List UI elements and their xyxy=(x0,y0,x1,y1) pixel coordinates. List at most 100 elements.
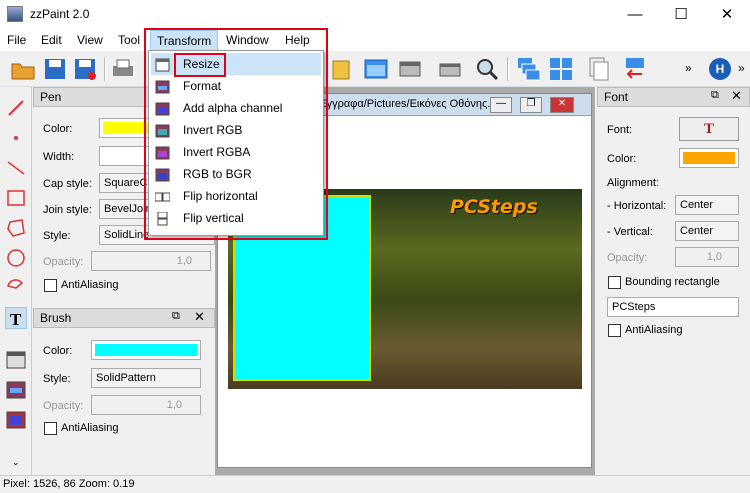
svg-text:H: H xyxy=(716,62,725,76)
print-icon[interactable] xyxy=(110,56,136,82)
font-label: Font: xyxy=(607,124,633,136)
window-menu-icon[interactable] xyxy=(398,56,424,82)
canvas-text[interactable]: PCSteps xyxy=(450,196,538,218)
format-doc-icon[interactable] xyxy=(5,379,27,401)
pen-opacity-label: Opacity: xyxy=(43,256,84,268)
brush-color-fill xyxy=(95,344,197,356)
tile-icon[interactable] xyxy=(548,56,574,82)
pen-antialias-label: AntiAliasing xyxy=(61,279,119,291)
brush-color-swatch[interactable] xyxy=(91,340,201,360)
toolbar-overflow-icon[interactable]: » xyxy=(685,61,692,75)
vertical-label: - Vertical: xyxy=(607,226,653,238)
brush-opacity-spinner[interactable]: 1,0 xyxy=(91,395,201,415)
help-icon[interactable]: H xyxy=(707,56,733,82)
font-color-label: Color: xyxy=(607,153,637,165)
more-tools-icon[interactable]: ⌄ xyxy=(12,457,20,468)
exit-icon[interactable] xyxy=(622,56,648,82)
doc-minimize-button[interactable]: — xyxy=(490,97,512,113)
menu-tool[interactable]: Tool xyxy=(112,30,146,51)
transform-menu-highlight xyxy=(144,28,328,240)
vertical-value: Center xyxy=(680,225,714,237)
document-title: Έγγραφα/Pictures/Εικόνες Οθόνης... xyxy=(318,98,497,110)
menu-bar: File Edit View Tool Transform Window Hel… xyxy=(0,30,750,51)
toolbar: » H » xyxy=(0,51,750,87)
brush-style-label: Style: xyxy=(43,373,71,385)
minimize-button[interactable]: — xyxy=(612,0,658,30)
new-window-icon[interactable] xyxy=(363,56,389,82)
font-antialias-label: AntiAliasing xyxy=(625,324,683,336)
save-as-icon[interactable] xyxy=(72,56,98,82)
font-text-input[interactable]: PCSteps xyxy=(607,297,739,317)
font-opacity-label: Opacity: xyxy=(607,252,648,264)
bounding-rect-checkbox[interactable] xyxy=(608,276,621,289)
toolbar-overflow-icon[interactable]: » xyxy=(738,61,745,75)
brush-color-label: Color: xyxy=(43,345,73,357)
brush-antialias-checkbox[interactable] xyxy=(44,422,57,435)
join-style-label: Join style: xyxy=(43,204,92,216)
pen-style-value: SolidLine xyxy=(104,229,150,241)
font-antialias-checkbox[interactable] xyxy=(608,324,621,337)
font-opacity-spinner[interactable]: 1,0 xyxy=(675,247,739,267)
doc-close-button[interactable]: ✕ xyxy=(550,97,574,113)
paste-icon[interactable] xyxy=(328,56,354,82)
font-color-fill xyxy=(683,152,735,164)
pen-color-label: Color: xyxy=(43,123,73,135)
ellipse-icon[interactable] xyxy=(5,247,27,269)
zoom-icon[interactable] xyxy=(474,56,500,82)
rectangle-icon[interactable] xyxy=(5,187,27,209)
doc-restore-button[interactable]: ❐ xyxy=(520,97,542,113)
menu-file[interactable]: File xyxy=(1,30,32,51)
font-panel: Font ⧉ ✕ Font: T Color: Alignment: - Hor… xyxy=(597,87,750,475)
open-icon[interactable] xyxy=(10,56,36,82)
documents-icon[interactable] xyxy=(586,56,612,82)
window-small-icon[interactable] xyxy=(438,56,464,82)
pen-opacity-spinner[interactable]: 1,0 xyxy=(91,251,211,271)
title-bar: zzPaint 2.0 — ☐ ✕ xyxy=(0,0,750,30)
polygon-icon[interactable] xyxy=(5,217,27,239)
font-picker-button[interactable]: T xyxy=(679,117,739,141)
save-icon[interactable] xyxy=(42,56,68,82)
font-color-swatch[interactable] xyxy=(679,148,739,168)
font-panel-title: Font xyxy=(597,87,750,107)
window-icon[interactable] xyxy=(5,349,27,371)
cap-style-label: Cap style: xyxy=(43,178,92,190)
brush-panel: Brush ⧉ ✕ Color: Style: SolidPattern Opa… xyxy=(33,308,215,475)
svg-text:T: T xyxy=(10,310,22,328)
cascade-icon[interactable] xyxy=(516,56,542,82)
brush-opacity-label: Opacity: xyxy=(43,400,84,412)
float-icon[interactable]: ⧉ xyxy=(711,89,719,102)
pen-antialias-checkbox[interactable] xyxy=(44,279,57,292)
vertical-align-select[interactable]: Center xyxy=(675,221,739,241)
pen-width-label: Width: xyxy=(43,151,75,163)
maximize-button[interactable]: ☐ xyxy=(658,0,704,30)
app-icon xyxy=(7,6,23,22)
layers-icon[interactable] xyxy=(5,409,27,431)
pen-style-label: Style: xyxy=(43,230,71,242)
toolbar-separator xyxy=(104,57,106,81)
status-bar: Pixel: 1526, 86 Zoom: 0.19 xyxy=(0,475,750,493)
text-tool-icon[interactable]: T xyxy=(5,307,27,329)
menu-view[interactable]: View xyxy=(71,30,109,51)
horizontal-label: - Horizontal: xyxy=(607,200,667,212)
brush-antialias-label: AntiAliasing xyxy=(61,422,119,434)
float-icon[interactable]: ⧉ xyxy=(172,310,180,323)
line-icon[interactable] xyxy=(5,157,27,179)
bounding-rect-label: Bounding rectangle xyxy=(625,276,720,288)
point-icon[interactable] xyxy=(5,127,27,149)
brush-panel-title: Brush xyxy=(33,308,215,328)
alignment-label: Alignment: xyxy=(607,177,659,189)
pencil-icon[interactable] xyxy=(5,97,27,119)
tool-column: T ⌄ xyxy=(0,87,32,475)
pie-icon[interactable] xyxy=(5,277,27,299)
window-title: zzPaint 2.0 xyxy=(30,7,90,21)
brush-style-value: SolidPattern xyxy=(96,372,156,384)
resize-highlight xyxy=(174,53,226,77)
toolbar-separator xyxy=(507,57,509,81)
horizontal-align-select[interactable]: Center xyxy=(675,195,739,215)
brush-style-select[interactable]: SolidPattern xyxy=(91,368,201,388)
close-panel-icon[interactable]: ✕ xyxy=(194,309,205,325)
horizontal-value: Center xyxy=(680,199,714,211)
menu-edit[interactable]: Edit xyxy=(35,30,68,51)
close-panel-icon[interactable]: ✕ xyxy=(731,88,742,104)
close-button[interactable]: ✕ xyxy=(704,0,750,30)
